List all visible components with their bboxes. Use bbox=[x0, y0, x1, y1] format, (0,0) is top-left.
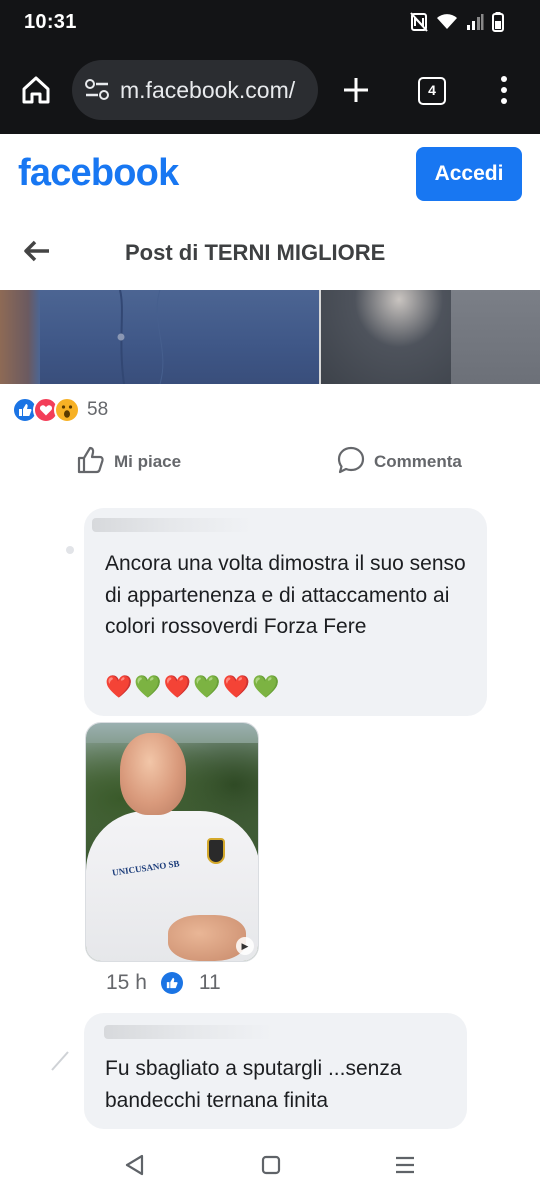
facebook-logo[interactable]: facebook bbox=[18, 152, 179, 195]
nfc-icon bbox=[410, 12, 428, 32]
thumbs-up-icon bbox=[76, 445, 106, 480]
like-button[interactable]: Mi piace bbox=[76, 446, 181, 478]
comment-text: Ancora una volta dimostra il suo senso d… bbox=[105, 552, 466, 638]
like-reaction-icon bbox=[160, 972, 183, 994]
page-title: Post di TERNI MIGLIORE bbox=[125, 240, 386, 265]
comment-author-redacted[interactable] bbox=[104, 1025, 274, 1039]
reaction-count[interactable]: 58 bbox=[87, 399, 108, 421]
home-icon[interactable] bbox=[16, 70, 56, 110]
back-arrow-icon[interactable] bbox=[22, 236, 52, 266]
gif-play-icon[interactable]: ▶ bbox=[236, 937, 254, 955]
battery-icon bbox=[492, 12, 504, 32]
wow-reaction-icon bbox=[54, 397, 80, 423]
comment-author-redacted[interactable] bbox=[92, 518, 252, 532]
post-image-right bbox=[321, 290, 540, 384]
comment-label: Commenta bbox=[374, 452, 462, 471]
comment-bubble: Ancora una volta dimostra il suo senso d… bbox=[84, 508, 487, 716]
comment-emoji: ❤️💚❤️💚❤️💚 bbox=[105, 674, 282, 699]
new-tab-icon[interactable] bbox=[340, 74, 372, 106]
post-image-left bbox=[0, 290, 319, 384]
shirt-logo-icon bbox=[207, 838, 225, 864]
url-text[interactable]: m.facebook.com/ bbox=[120, 77, 310, 104]
comment-time[interactable]: 15 h bbox=[106, 971, 147, 995]
browser-toolbar: m.facebook.com/ 4 bbox=[0, 48, 540, 134]
status-time: 10:31 bbox=[24, 11, 77, 33]
nav-back-icon[interactable] bbox=[122, 1152, 148, 1178]
comment-text: Fu sbagliato a sputargli ...senza bandec… bbox=[105, 1057, 402, 1112]
signal-icon bbox=[466, 13, 484, 31]
login-button[interactable]: Accedi bbox=[416, 147, 522, 201]
comment-like-count[interactable]: 11 bbox=[199, 971, 221, 995]
status-bar: 10:31 bbox=[0, 0, 540, 48]
post-image[interactable] bbox=[0, 290, 540, 384]
site-settings-icon[interactable] bbox=[84, 79, 110, 106]
wifi-icon bbox=[436, 13, 458, 31]
tabs-icon[interactable]: 4 bbox=[418, 77, 446, 105]
nav-recents-icon[interactable] bbox=[392, 1152, 418, 1178]
avatar[interactable] bbox=[48, 1044, 78, 1074]
comment-meta: 15 h 11 bbox=[106, 968, 221, 998]
more-vert-icon[interactable] bbox=[494, 74, 514, 106]
comment-photo[interactable]: UNICUSANO SB ▶ bbox=[85, 722, 259, 962]
address-bar[interactable]: m.facebook.com/ bbox=[72, 60, 318, 120]
comment-button[interactable]: Commenta bbox=[336, 446, 462, 478]
reaction-summary[interactable]: 58 bbox=[12, 396, 108, 424]
nav-home-icon[interactable] bbox=[258, 1152, 284, 1178]
comment-bubble: Fu sbagliato a sputargli ...senza bandec… bbox=[84, 1013, 467, 1129]
system-nav-bar bbox=[0, 1132, 540, 1200]
status-icons bbox=[410, 12, 504, 32]
like-label: Mi piace bbox=[114, 452, 182, 471]
comment-bubble-icon bbox=[336, 445, 366, 480]
